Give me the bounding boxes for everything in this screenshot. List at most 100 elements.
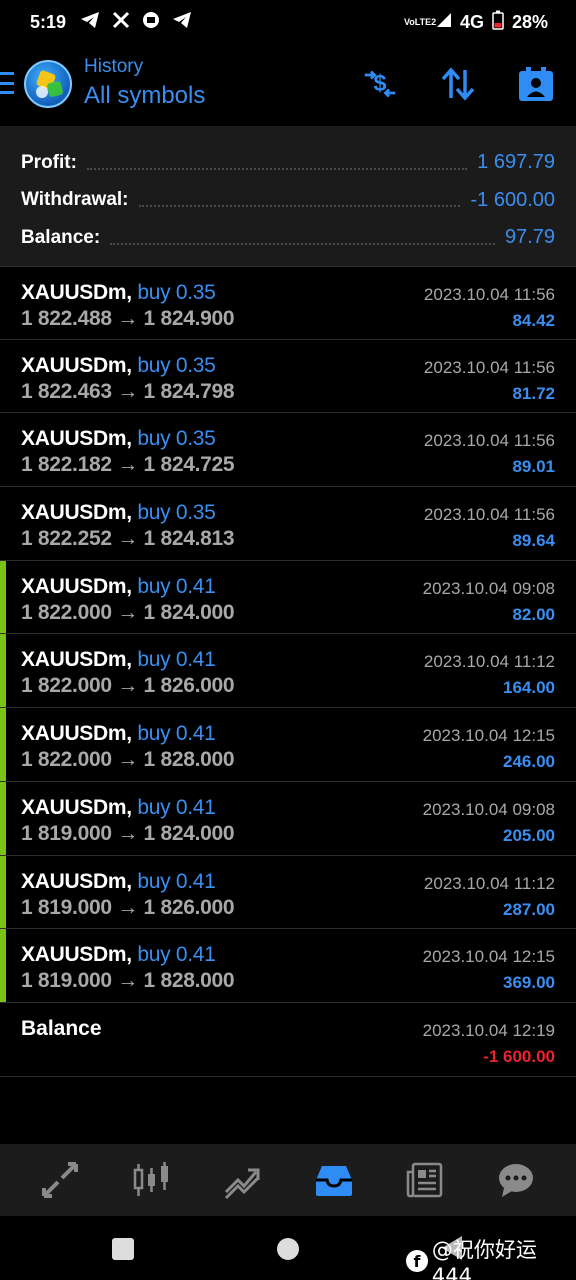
signal-icon <box>436 12 452 33</box>
trade-profit: 205.00 <box>503 825 555 845</box>
trade-row[interactable]: XAUUSDm, buy 0.35 1 822.488 → 1 824.900 … <box>0 266 576 340</box>
trade-datetime: 2023.10.04 12:15 <box>422 947 555 967</box>
symbol-filter-title[interactable]: All symbols <box>84 82 205 110</box>
trade-side: buy 0.35 <box>137 501 216 525</box>
open-price: 1 822.463 <box>21 379 112 403</box>
close-price: 1 824.725 <box>143 453 235 477</box>
open-price: 1 822.488 <box>21 307 112 330</box>
trade-symbol: XAUUSDm, <box>21 795 132 819</box>
trade-side: buy 0.41 <box>137 943 216 967</box>
trade-row[interactable]: XAUUSDm, buy 0.41 1 822.000 → 1 824.000 … <box>0 560 576 635</box>
trade-datetime: 2023.10.04 11:12 <box>423 652 555 672</box>
trade-side: buy 0.35 <box>137 281 216 304</box>
trade-datetime: 2023.10.04 11:56 <box>423 285 555 304</box>
trade-profit: 89.64 <box>512 531 555 551</box>
close-price: 1 826.000 <box>143 895 235 919</box>
trade-row[interactable]: XAUUSDm, buy 0.41 1 822.000 → 1 826.000 … <box>0 634 576 709</box>
trade-profit: 164.00 <box>503 678 555 698</box>
chat-icon[interactable] <box>494 1158 538 1202</box>
close-price: 1 824.813 <box>143 527 235 551</box>
quotes-icon[interactable] <box>38 1158 82 1202</box>
watermark-text: @祝你好运444 <box>431 1238 537 1280</box>
watermark: f @祝你好运444 <box>406 1234 576 1280</box>
open-price: 1 819.000 <box>21 821 112 845</box>
arrow-right-icon: → <box>117 307 138 330</box>
trade-side: buy 0.35 <box>137 353 216 377</box>
trade-row[interactable]: XAUUSDm, buy 0.35 1 822.182 → 1 824.725 … <box>0 413 576 488</box>
trade-side: buy 0.41 <box>137 574 216 598</box>
sort-icon[interactable] <box>440 66 476 102</box>
close-price: 1 824.000 <box>143 821 235 845</box>
trade-side: buy 0.35 <box>137 427 216 451</box>
trade-symbol: XAUUSDm, <box>21 353 132 377</box>
arrow-right-icon: → <box>117 674 138 698</box>
arrow-right-icon: → <box>117 821 138 845</box>
summary-panel: Profit: 1 697.79 Withdrawal: -1 600.00 B… <box>0 126 576 266</box>
balance-entry-label: Balance <box>21 1016 102 1040</box>
withdrawal-value: -1 600.00 <box>470 188 555 211</box>
arrow-right-icon: → <box>117 600 138 624</box>
trade-datetime: 2023.10.04 11:12 <box>423 873 555 893</box>
bottom-nav <box>0 1144 576 1216</box>
close-price: 1 828.000 <box>143 748 235 772</box>
trade-datetime: 2023.10.04 09:08 <box>422 578 555 598</box>
trade-side: buy 0.41 <box>137 869 216 893</box>
trade-profit: 84.42 <box>512 311 555 330</box>
trade-profit: 81.72 <box>512 383 555 403</box>
trade-row[interactable]: XAUUSDm, buy 0.35 1 822.463 → 1 824.798 … <box>0 340 576 414</box>
telegram-icon <box>80 11 100 34</box>
trade-list: XAUUSDm, buy 0.35 1 822.488 → 1 824.900 … <box>0 266 576 1077</box>
profit-label: Profit: <box>21 151 77 173</box>
balance-value: 97.79 <box>504 226 555 249</box>
balance-entry-amount: -1 600.00 <box>483 1046 555 1066</box>
trade-side: buy 0.41 <box>137 648 216 672</box>
trade-side: buy 0.41 <box>137 795 216 819</box>
recents-button[interactable] <box>112 1238 134 1260</box>
trade-row[interactable]: XAUUSDm, buy 0.35 1 822.252 → 1 824.813 … <box>0 487 576 561</box>
open-price: 1 822.000 <box>21 748 112 772</box>
network-label: 4G <box>459 11 484 32</box>
trade-datetime: 2023.10.04 09:08 <box>422 799 555 819</box>
volte-icon: VoLTE2 <box>403 16 437 27</box>
balance-label: Balance: <box>21 226 101 248</box>
balance-entry-datetime: 2023.10.04 12:19 <box>422 1020 555 1040</box>
open-price: 1 819.000 <box>21 895 112 919</box>
calendar-icon[interactable] <box>518 66 554 102</box>
news-icon[interactable] <box>403 1158 447 1202</box>
status-time: 5:19 <box>30 11 67 32</box>
trade-symbol: XAUUSDm, <box>21 869 132 893</box>
balance-entry-row[interactable]: Balance 2023.10.04 12:19 -1 600.00 <box>0 1003 576 1077</box>
facebook-icon: f <box>406 1250 428 1272</box>
withdrawal-row: Withdrawal: -1 600.00 <box>21 182 555 220</box>
trade-symbol: XAUUSDm, <box>21 722 132 746</box>
close-price: 1 824.798 <box>143 379 235 403</box>
trade-symbol: XAUUSDm, <box>21 943 132 967</box>
trade-row[interactable]: XAUUSDm, buy 0.41 1 822.000 → 1 828.000 … <box>0 708 576 782</box>
status-bar: 5:19 VoLTE2 4G 28% <box>0 0 576 44</box>
menu-icon[interactable] <box>0 72 14 94</box>
currency-exchange-icon[interactable]: $ <box>362 66 398 102</box>
app-header: History All symbols $ <box>0 44 576 126</box>
profit-value: 1 697.79 <box>477 151 555 174</box>
trade-datetime: 2023.10.04 12:15 <box>422 726 555 746</box>
trade-icon[interactable] <box>220 1158 264 1202</box>
arrow-right-icon: → <box>117 379 138 403</box>
open-price: 1 822.000 <box>21 674 112 698</box>
chart-icon[interactable] <box>129 1158 173 1202</box>
withdrawal-label: Withdrawal: <box>21 189 129 211</box>
trade-profit: 246.00 <box>503 752 555 772</box>
arrow-right-icon: → <box>117 453 138 477</box>
close-price: 1 824.900 <box>143 307 235 330</box>
trade-datetime: 2023.10.04 11:56 <box>423 431 555 451</box>
trade-profit: 89.01 <box>512 457 555 477</box>
trade-row[interactable]: XAUUSDm, buy 0.41 1 819.000 → 1 828.000 … <box>0 929 576 1003</box>
battery-percent: 28% <box>511 11 548 32</box>
history-icon[interactable] <box>312 1158 356 1202</box>
trade-row[interactable]: XAUUSDm, buy 0.41 1 819.000 → 1 824.000 … <box>0 781 576 856</box>
home-button[interactable] <box>277 1238 299 1260</box>
trade-profit: 82.00 <box>512 604 555 624</box>
close-price: 1 828.000 <box>143 969 235 993</box>
trade-row[interactable]: XAUUSDm, buy 0.41 1 819.000 → 1 826.000 … <box>0 855 576 930</box>
arrow-right-icon: → <box>117 969 138 993</box>
app-logo[interactable] <box>24 60 72 108</box>
